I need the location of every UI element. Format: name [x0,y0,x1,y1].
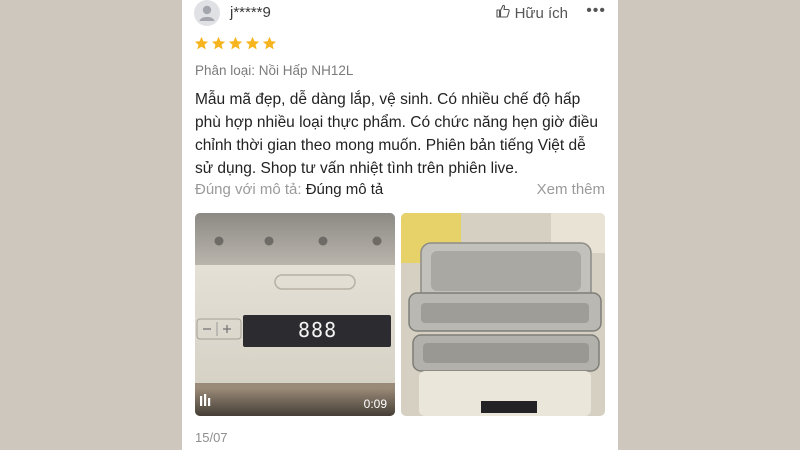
review-photo[interactable] [401,213,605,416]
accuracy-row: Đúng với mô tả: Đúng mô tả [195,181,383,198]
star-icon [245,36,260,50]
thumbs-up-icon [496,4,510,22]
helpful-button[interactable]: Hữu ích [496,4,568,22]
review-header: j*****9 Hữu ích ••• [194,0,606,28]
user-avatar-icon[interactable] [194,0,220,26]
video-icon [200,393,214,411]
accuracy-value: Đúng mô tả [305,181,384,198]
review-date: 15/07 [195,430,228,445]
review-text: Mẫu mã đẹp, dễ dàng lắp, vệ sinh. Có nhi… [195,91,599,177]
video-frame-image [195,213,395,416]
star-icon [228,36,243,50]
steamer-photo [401,213,605,416]
helpful-label: Hữu ích [514,4,568,22]
stage: j*****9 Hữu ích ••• Phân loại: Nồi Hấp N… [0,0,800,450]
more-icon[interactable]: ••• [586,2,606,20]
username[interactable]: j*****9 [230,4,271,21]
star-icon [194,36,209,50]
video-duration: 0:09 [363,397,387,411]
see-more-link[interactable]: Xem thêm [537,181,605,198]
accuracy-label: Đúng với mô tả: [195,181,302,198]
star-icon [262,36,277,50]
review-video[interactable]: 888 0:09 [195,213,395,416]
variant-label: Phân loại: Nồi Hấp NH12L [195,63,354,78]
rating-stars [194,36,277,51]
review-card: j*****9 Hữu ích ••• Phân loại: Nồi Hấp N… [182,0,618,450]
star-icon [211,36,226,50]
lcd-display-text: 888 [298,318,338,342]
